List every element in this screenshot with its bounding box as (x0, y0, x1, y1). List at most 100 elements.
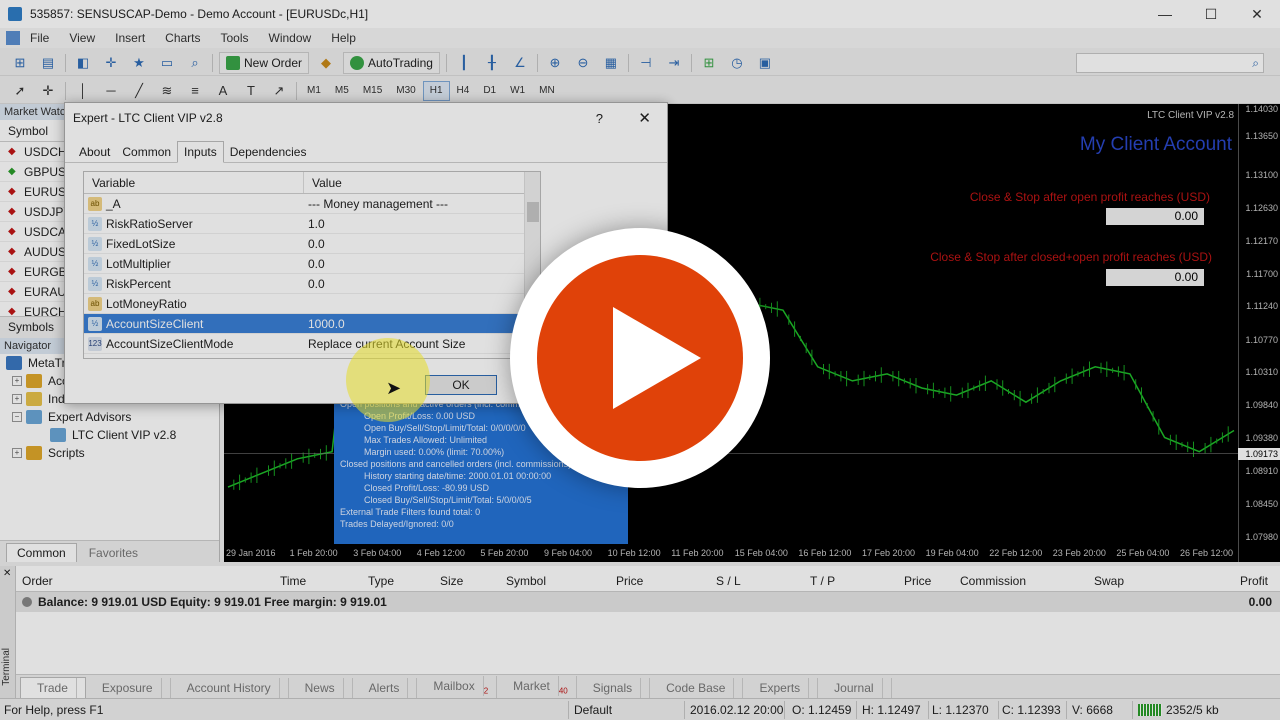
cursor-icon[interactable]: ➚ (11, 82, 29, 100)
input-row[interactable]: 123AccountSizeClientModeReplace current … (84, 334, 540, 354)
input-row[interactable]: ½ RiskRatioServer 1.0 (84, 214, 540, 234)
input-value[interactable]: 0.0 (304, 277, 325, 291)
menu-insert[interactable]: Insert (115, 31, 145, 45)
new-chart-icon[interactable]: ⊞ (11, 54, 29, 72)
tab-news[interactable]: News (289, 678, 353, 698)
data-window-icon[interactable]: ✛ (102, 54, 120, 72)
nav-item-ltc-client-vip[interactable]: LTC Client VIP v2.8 (0, 426, 219, 444)
tab-inputs[interactable]: Inputs (177, 141, 224, 163)
expand-icon[interactable]: + (12, 448, 22, 458)
value-column-header[interactable]: Value (304, 172, 342, 193)
input-row[interactable]: ½ RiskPercent 0.0 (84, 274, 540, 294)
chart-shift-icon[interactable]: ⊣ (637, 54, 655, 72)
tile-windows-icon[interactable]: ▦ (602, 54, 620, 72)
ok-button[interactable]: OK (425, 375, 497, 395)
zoom-out-icon[interactable]: ⊖ (574, 54, 592, 72)
expand-icon[interactable]: + (12, 376, 22, 386)
templates-icon[interactable]: ▣ (756, 54, 774, 72)
profiles-icon[interactable]: ▤ (39, 54, 57, 72)
help-button[interactable]: ? (596, 111, 603, 126)
menu-window[interactable]: Window (269, 31, 312, 45)
col-swap[interactable]: Swap (1094, 574, 1124, 588)
nav-item-scripts[interactable]: + Scripts (0, 444, 219, 462)
input-value[interactable]: 0.0 (304, 257, 325, 271)
menu-file[interactable]: File (30, 31, 49, 45)
text-label-icon[interactable]: T (242, 82, 260, 100)
collapse-icon[interactable]: − (12, 412, 22, 422)
col-type[interactable]: Type (368, 574, 394, 588)
input-row[interactable]: ½ LotMultiplier 0.0 (84, 254, 540, 274)
tab-symbols[interactable]: Symbols (8, 320, 54, 334)
tab-common-settings[interactable]: Common (116, 142, 177, 162)
col-price[interactable]: Price (616, 574, 643, 588)
horizontal-line-icon[interactable]: ─ (102, 82, 120, 100)
periods-icon[interactable]: ◷ (728, 54, 746, 72)
tab-journal[interactable]: Journal (818, 678, 892, 698)
open-profit-input[interactable]: 0.00 (1106, 208, 1204, 225)
tab-about[interactable]: About (73, 142, 116, 162)
input-value[interactable]: 1.0 (304, 217, 325, 231)
tab-favorites[interactable]: Favorites (79, 544, 148, 562)
timeframe-m5[interactable]: M5 (328, 81, 356, 101)
menu-view[interactable]: View (69, 31, 95, 45)
col-commission[interactable]: Commission (960, 574, 1026, 588)
minimize-button[interactable]: — (1142, 0, 1188, 28)
vertical-line-icon[interactable]: │ (74, 82, 92, 100)
tab-code-base[interactable]: Code Base (650, 678, 744, 698)
timeframe-m30[interactable]: M30 (389, 81, 422, 101)
navigator-icon[interactable]: ★ (130, 54, 148, 72)
tab-experts[interactable]: Experts (743, 678, 819, 698)
timeframe-w1[interactable]: W1 (503, 81, 532, 101)
autotrading-button[interactable]: AutoTrading (343, 51, 440, 74)
timeframe-m15[interactable]: M15 (356, 81, 389, 101)
tab-mailbox[interactable]: Mailbox 2 (417, 675, 498, 698)
input-row[interactable]: ab LotMoneyRatio (84, 294, 540, 314)
col-sl[interactable]: S / L (716, 574, 741, 588)
input-row[interactable]: ab _A --- Money management --- (84, 194, 540, 214)
channel-icon[interactable]: ≋ (158, 82, 176, 100)
terminal-icon[interactable]: ▭ (158, 54, 176, 72)
expand-icon[interactable]: + (12, 394, 22, 404)
tab-alerts[interactable]: Alerts (353, 678, 418, 698)
new-order-button[interactable]: New Order (219, 51, 310, 74)
timeframe-h1[interactable]: H1 (422, 80, 450, 101)
timeframe-d1[interactable]: D1 (476, 81, 503, 101)
input-value[interactable]: 1000.0 (304, 317, 345, 331)
timeframe-h4[interactable]: H4 (450, 81, 477, 101)
tab-signals[interactable]: Signals (577, 678, 651, 698)
candlestick-icon[interactable]: ╂ (483, 54, 501, 72)
closed-profit-input[interactable]: 0.00 (1106, 269, 1204, 286)
tab-dependencies[interactable]: Dependencies (224, 142, 313, 162)
zoom-in-icon[interactable]: ⊕ (546, 54, 564, 72)
strategy-tester-icon[interactable]: ⌕ (186, 54, 204, 72)
menu-tools[interactable]: Tools (221, 31, 249, 45)
search-input[interactable]: ⌕ (1076, 53, 1264, 73)
col-order[interactable]: Order (22, 574, 53, 588)
nav-item-expert-advisors[interactable]: − Expert Advisors (0, 408, 219, 426)
col-profit[interactable]: Profit (1240, 574, 1268, 588)
variable-column-header[interactable]: Variable (84, 172, 304, 193)
input-value[interactable]: 0.0 (304, 237, 325, 251)
tab-common[interactable]: Common (6, 543, 77, 562)
bar-chart-icon[interactable]: ┃ (455, 54, 473, 72)
autoscroll-icon[interactable]: ⇥ (665, 54, 683, 72)
crosshair-icon[interactable]: ✛ (39, 82, 57, 100)
text-icon[interactable]: A (214, 82, 232, 100)
col-time[interactable]: Time (280, 574, 306, 588)
input-value[interactable]: --- Money management --- (304, 197, 448, 211)
col-tp[interactable]: T / P (810, 574, 835, 588)
close-window-button[interactable]: ✕ (1234, 0, 1280, 28)
menu-help[interactable]: Help (331, 31, 356, 45)
dialog-close-button[interactable]: ✕ (638, 109, 651, 127)
fibonacci-icon[interactable]: ≡ (186, 82, 204, 100)
trendline-icon[interactable]: ╱ (130, 82, 148, 100)
tab-account-history[interactable]: Account History (171, 678, 289, 698)
tab-exposure[interactable]: Exposure (86, 678, 171, 698)
tab-trade[interactable]: Trade (20, 677, 86, 698)
indicators-icon[interactable]: ⊞ (700, 54, 718, 72)
tab-market[interactable]: Market 40 (497, 675, 577, 698)
maximize-button[interactable]: ☐ (1188, 0, 1234, 28)
col-symbol[interactable]: Symbol (506, 574, 546, 588)
timeframe-mn[interactable]: MN (532, 81, 562, 101)
col-size[interactable]: Size (440, 574, 463, 588)
